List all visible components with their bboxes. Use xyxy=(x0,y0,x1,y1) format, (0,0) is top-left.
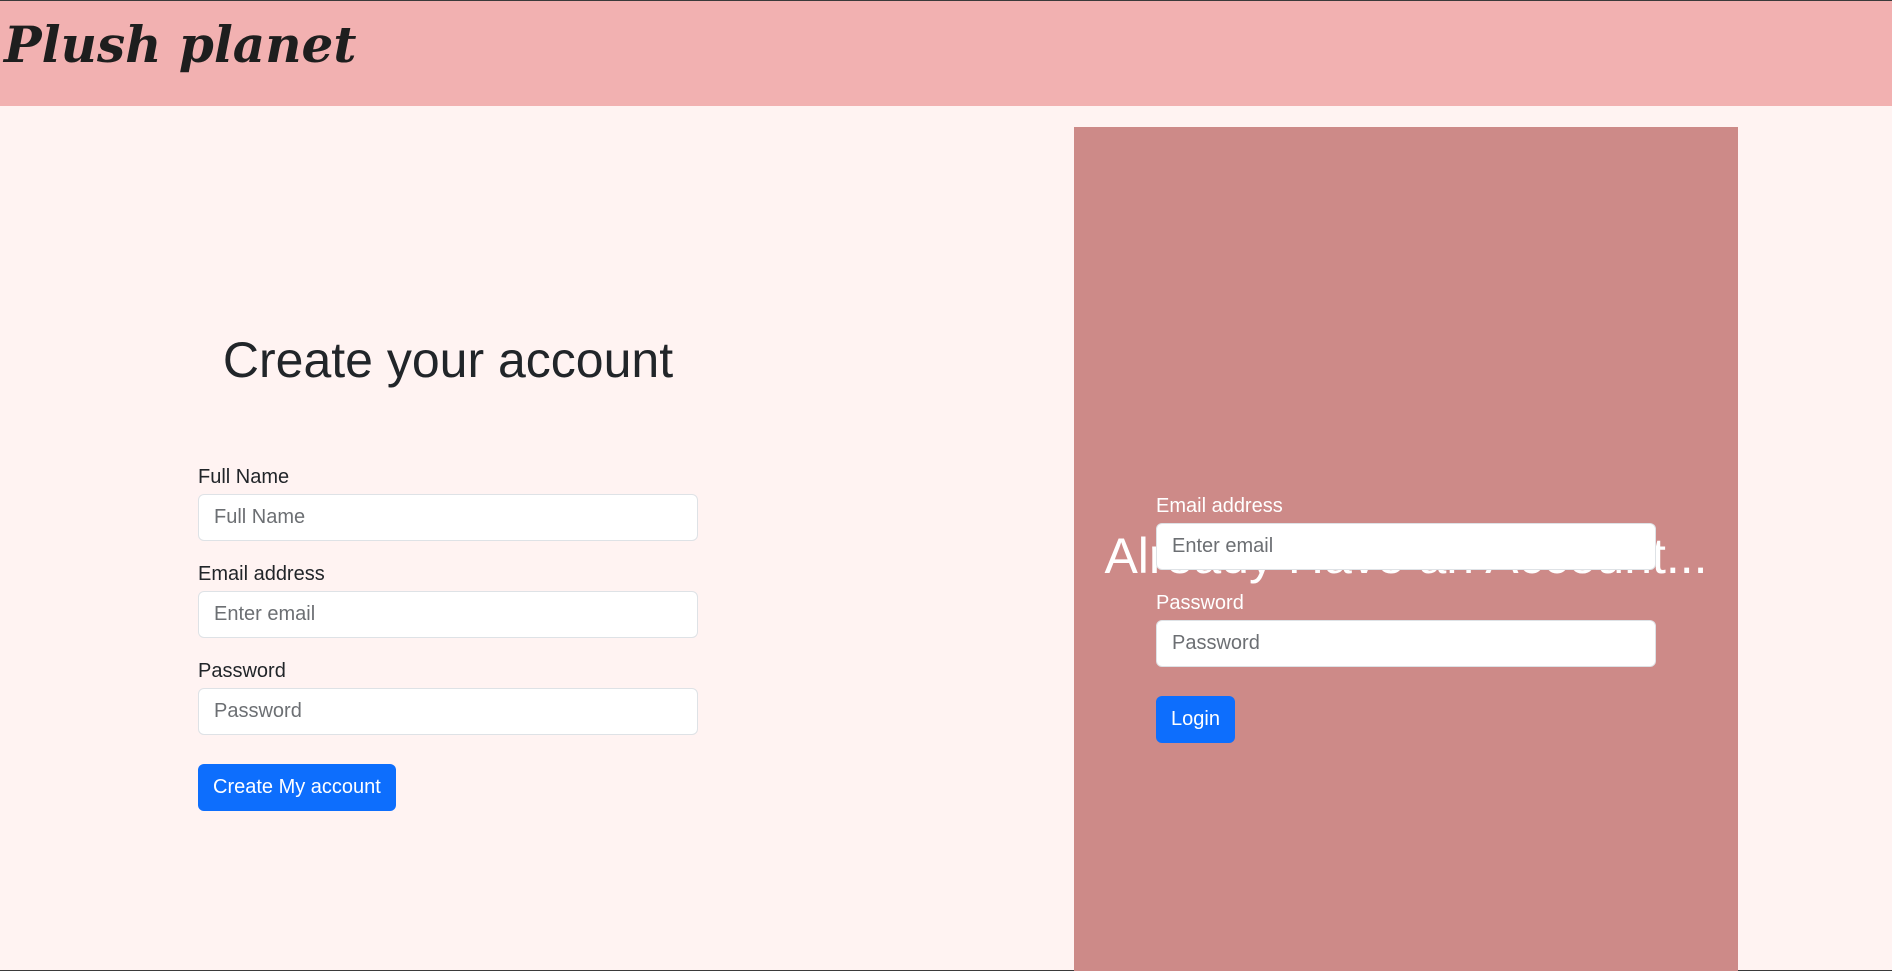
signup-title: Create your account xyxy=(222,332,674,388)
login-panel: Already Have an Account... Email address… xyxy=(1074,127,1738,971)
full-name-input[interactable] xyxy=(198,494,698,541)
signup-full-name-group: Full Name xyxy=(198,464,698,541)
signup-password-input[interactable] xyxy=(198,688,698,735)
signup-password-group: Password xyxy=(198,658,698,735)
login-email-group: Email address xyxy=(1156,493,1656,570)
create-account-button[interactable]: Create My account xyxy=(198,764,396,811)
login-button[interactable]: Login xyxy=(1156,696,1235,743)
login-email-label: Email address xyxy=(1156,495,1283,517)
login-password-group: Password xyxy=(1156,590,1656,667)
full-name-label: Full Name xyxy=(198,466,290,488)
login-password-label: Password xyxy=(1156,592,1244,614)
brand-logo[interactable]: Plush planet xyxy=(4,15,356,74)
site-header: Plush planet xyxy=(0,1,1892,106)
signup-password-label: Password xyxy=(198,660,286,682)
login-password-input[interactable] xyxy=(1156,620,1656,667)
signup-email-input[interactable] xyxy=(198,591,698,638)
signup-email-group: Email address xyxy=(198,561,698,638)
signup-email-label: Email address xyxy=(198,563,325,585)
page: Plush planet Create your account Full Na… xyxy=(0,0,1892,971)
login-email-input[interactable] xyxy=(1156,523,1656,570)
